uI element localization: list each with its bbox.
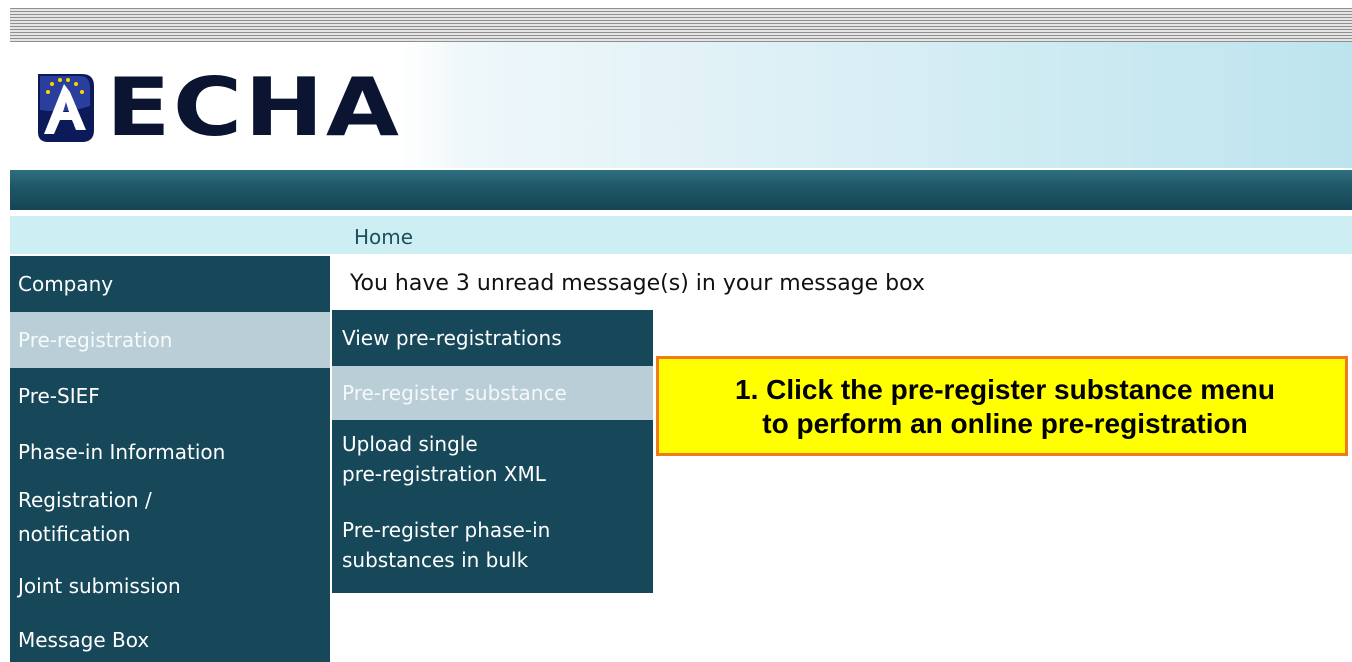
echa-emblem-icon[interactable] xyxy=(30,70,100,146)
sidebar-item-message-box[interactable]: Message Box xyxy=(10,612,330,662)
sidebar-item-company[interactable]: Company xyxy=(10,256,330,312)
sidebar-item-label: Pre-SIEF xyxy=(18,384,100,408)
instruction-callout: 1. Click the pre-register substance menu… xyxy=(656,356,1348,456)
echa-logo-text[interactable]: ECHA xyxy=(106,60,401,156)
breadcrumb-home[interactable]: Home xyxy=(354,225,413,249)
submenu-item-upload-single-xml[interactable]: Upload single pre-registration XML xyxy=(332,420,653,506)
breadcrumb: Home xyxy=(10,216,1352,254)
sidebar-item-label: Pre-registration xyxy=(18,328,173,352)
pre-registration-submenu: View pre-registrations Pre-register subs… xyxy=(332,310,653,593)
header-top-stripes xyxy=(10,8,1352,42)
submenu-item-label: Pre-register substance xyxy=(342,381,567,405)
unread-messages-notice[interactable]: You have 3 unread message(s) in your mes… xyxy=(350,271,925,296)
submenu-item-label-line1: Upload single xyxy=(342,432,478,456)
sidebar-item-label: Joint submission xyxy=(18,574,181,598)
sidebar-item-label: Company xyxy=(18,272,114,296)
sidebar-item-label: Message Box xyxy=(18,628,150,652)
sidebar-item-label: Phase-in Information xyxy=(18,440,226,464)
submenu-item-label-line2: pre-registration XML xyxy=(342,462,546,486)
header-separator-bar xyxy=(10,170,1352,210)
sidebar-item-joint-submission[interactable]: Joint submission xyxy=(10,556,330,612)
submenu-item-pre-register-bulk[interactable]: Pre-register phase-in substances in bulk xyxy=(332,506,653,593)
site-header: ECHA xyxy=(10,42,1352,168)
sidebar-item-phase-in-information[interactable]: Phase-in Information xyxy=(10,424,330,480)
sidebar-item-pre-sief[interactable]: Pre-SIEF xyxy=(10,368,330,424)
sidebar-item-registration-notification[interactable]: Registration / notification xyxy=(10,480,330,556)
instruction-callout-text: 1. Click the pre-register substance menu… xyxy=(659,373,1351,441)
sidebar-item-pre-registration[interactable]: Pre-registration xyxy=(10,312,330,368)
submenu-item-label: View pre-registrations xyxy=(342,326,562,350)
submenu-item-label-line1: Pre-register phase-in xyxy=(342,518,551,542)
sidebar-item-label-line2: notification xyxy=(18,522,131,546)
sidebar-item-label-line1: Registration / xyxy=(18,488,152,512)
submenu-item-view-pre-registrations[interactable]: View pre-registrations xyxy=(332,310,653,366)
callout-line-1: 1. Click the pre-register substance menu xyxy=(735,374,1275,405)
sidebar-nav: Company Pre-registration Pre-SIEF Phase-… xyxy=(10,256,330,662)
callout-line-2: to perform an online pre-registration xyxy=(762,408,1248,439)
submenu-item-label-line2: substances in bulk xyxy=(342,548,529,572)
submenu-item-pre-register-substance[interactable]: Pre-register substance xyxy=(332,366,653,420)
